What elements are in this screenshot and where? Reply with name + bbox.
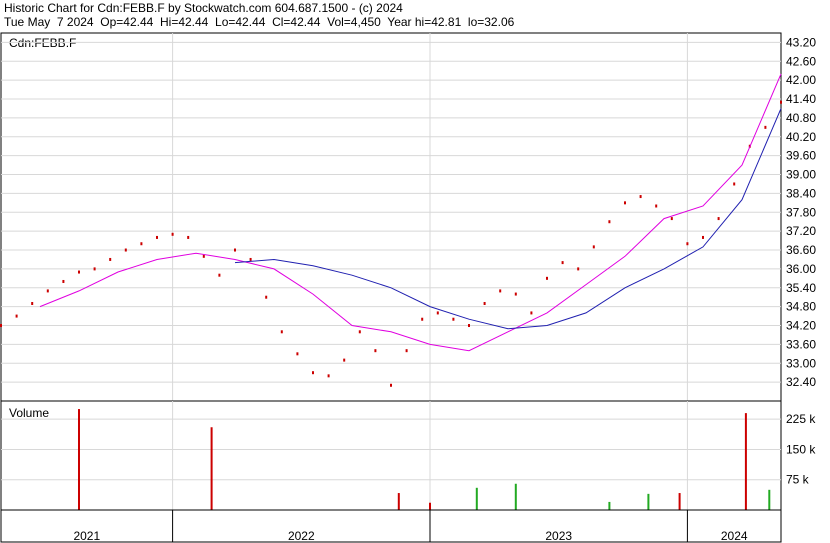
volume-bar [647,493,650,510]
price-point [46,289,49,293]
price-point [0,324,2,328]
price-point [702,235,704,239]
price-point [140,242,143,246]
price-point [343,358,346,362]
price-point [327,374,330,378]
price-point [218,273,221,277]
price-point [733,182,736,186]
price-point [468,324,470,328]
price-tick-label: 38.40 [786,186,816,200]
volume-bar [78,409,80,510]
price-point [280,330,283,334]
price-point [639,195,642,199]
price-tick-label: 34.20 [786,319,816,333]
price-tick-label: 40.20 [786,130,816,144]
price-point [514,292,517,296]
price-point [546,276,548,280]
price-point [358,330,361,334]
volume-bar [678,493,681,510]
volume-bar [210,427,213,510]
price-point [15,314,18,318]
price-tick-label: 42.00 [786,73,816,87]
volume-bar [475,487,478,510]
price-point [780,100,782,104]
price-point [62,279,65,283]
price-point [686,242,689,246]
price-point [592,245,595,249]
price-tick-label: 32.40 [786,375,816,389]
price-point [124,248,127,252]
price-point [608,220,611,224]
price-point [436,311,439,315]
volume-bar [514,483,517,510]
price-point [405,349,408,353]
price-point [374,349,377,353]
price-tick-label: 36.00 [786,262,816,276]
price-point [624,201,626,205]
price-point [483,301,486,305]
volume-bar [429,502,431,510]
year-label: 2021 [73,529,100,543]
price-tick-label: 35.40 [786,281,816,295]
volume-tick-label: 225 k [786,412,816,426]
price-tick-label: 37.20 [786,224,816,238]
price-tick-label: 36.60 [786,243,816,257]
price-point [296,352,299,356]
price-point [421,317,424,321]
price-tick-label: 37.80 [786,205,816,219]
date-axis-band [0,509,782,543]
price-point [764,125,767,129]
price-tick-label: 39.60 [786,149,816,163]
price-point [234,248,236,252]
volume-tick-label: 75 k [786,473,810,487]
price-panel [0,32,782,402]
price-axis: 43.20 42.60 42.00 41.40 40.80 40.20 39.60 39.00… [786,35,816,389]
price-point [156,235,158,239]
price-point [93,267,96,271]
volume-axis: 225 k 150 k 75 k [786,412,816,487]
price-tick-label: 41.40 [786,92,816,106]
volume-tick-label: 150 k [786,442,816,456]
price-point [249,257,252,261]
symbol-label: Cdn:FEBB.F [9,36,76,50]
volume-bar [768,489,771,510]
volume-bar [608,501,611,510]
year-label: 2024 [721,529,748,543]
volume-bar [397,493,400,510]
price-point [530,311,533,315]
price-tick-label: 34.80 [786,300,816,314]
price-point [202,254,205,258]
price-tick-label: 33.00 [786,356,816,370]
volume-panel [0,400,782,511]
volume-label: Volume [9,406,49,420]
year-label: 2022 [288,529,315,543]
price-point [265,295,268,299]
price-point [312,371,314,375]
price-point [577,267,580,271]
price-point [31,301,34,305]
price-point [171,232,174,236]
price-point [187,235,190,239]
price-tick-label: 39.00 [786,168,816,182]
price-point [452,317,455,321]
year-label: 2023 [545,529,572,543]
price-point [78,270,80,274]
price-tick-label: 43.20 [786,35,816,49]
price-point [670,217,673,221]
price-point [109,257,112,261]
price-point [390,383,392,387]
price-point [499,289,502,293]
price-point [655,204,658,208]
price-tick-label: 33.60 [786,337,816,351]
volume-bar [744,413,747,510]
price-tick-label: 42.60 [786,54,816,68]
price-point [561,261,564,265]
stock-chart: Cdn:FEBB.F 43.20 42.60 42.00 41.40 40.80 40.2… [0,32,816,543]
price-tick-label: 40.80 [786,111,816,125]
price-point [717,217,720,221]
